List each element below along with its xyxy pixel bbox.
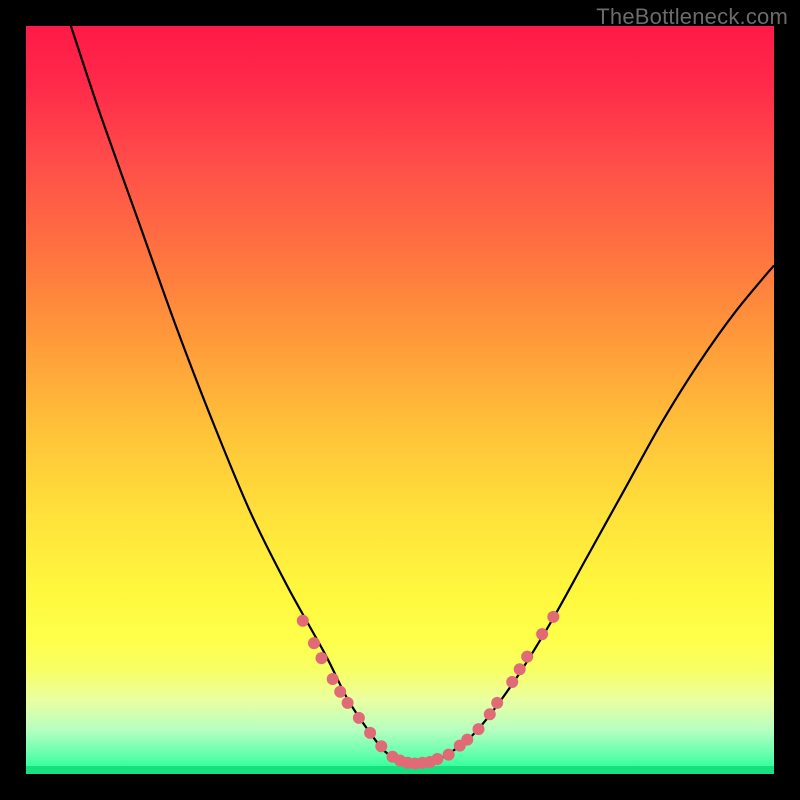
data-marker xyxy=(461,734,473,746)
data-marker xyxy=(364,727,376,739)
data-marker xyxy=(506,676,518,688)
data-marker xyxy=(491,697,503,709)
data-marker xyxy=(308,637,320,649)
data-marker xyxy=(375,740,387,752)
bottleneck-curve xyxy=(71,26,774,764)
data-marker xyxy=(342,697,354,709)
data-marker xyxy=(334,686,346,698)
watermark-text: TheBottleneck.com xyxy=(596,4,788,30)
data-marker xyxy=(547,611,559,623)
data-marker xyxy=(443,749,455,761)
data-marker xyxy=(353,712,365,724)
chart-frame: TheBottleneck.com xyxy=(0,0,800,800)
data-marker xyxy=(521,651,533,663)
data-marker xyxy=(536,628,548,640)
chart-svg xyxy=(26,26,774,774)
data-marker xyxy=(327,673,339,685)
data-marker xyxy=(431,753,443,765)
data-marker xyxy=(297,615,309,627)
data-marker xyxy=(514,663,526,675)
chart-plot-area xyxy=(26,26,774,774)
data-marker xyxy=(316,652,328,664)
data-markers xyxy=(297,611,560,770)
data-marker xyxy=(484,708,496,720)
data-marker xyxy=(473,723,485,735)
